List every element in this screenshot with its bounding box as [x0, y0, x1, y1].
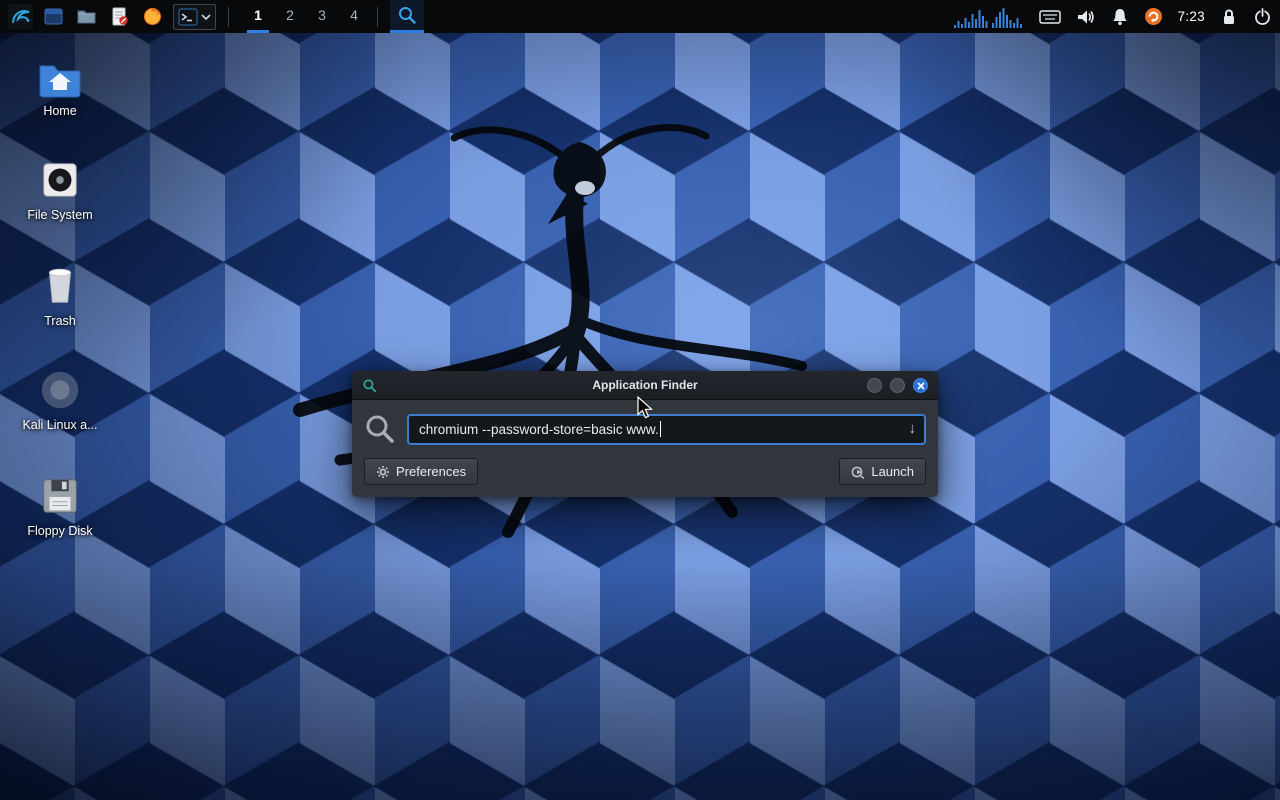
volume-icon[interactable] — [1076, 7, 1096, 27]
kali-menu-button[interactable] — [8, 4, 33, 29]
preferences-label: Preferences — [396, 464, 466, 479]
updates-indicator-icon[interactable] — [1144, 7, 1163, 26]
desktop-icon-trash[interactable]: Trash — [12, 262, 108, 328]
command-input-text: chromium --password-store=basic www. — [419, 422, 659, 437]
text-caret — [660, 421, 661, 437]
close-icon — [917, 382, 925, 390]
finder-body: chromium --password-store=basic www. ↓ P… — [352, 400, 938, 497]
lock-screen-icon[interactable] — [1220, 7, 1238, 26]
clock[interactable]: 7:23 — [1178, 9, 1205, 24]
desktop-icon-label: Home — [43, 104, 76, 118]
desktop-icon-file-system[interactable]: File System — [12, 158, 108, 222]
app-finder-icon — [397, 5, 417, 25]
minimize-button[interactable] — [867, 378, 882, 393]
workspace-1[interactable]: 1 — [247, 0, 269, 33]
workspace-3[interactable]: 3 — [311, 0, 333, 33]
workspace-2[interactable]: 2 — [279, 0, 301, 33]
floppy-disk-icon — [38, 474, 82, 518]
desktop-icon-floppy-disk[interactable]: Floppy Disk — [12, 474, 108, 538]
titlebar[interactable]: Application Finder — [352, 371, 938, 400]
launch-button[interactable]: Launch — [839, 458, 926, 485]
close-button[interactable] — [913, 378, 928, 393]
home-folder-icon — [37, 58, 83, 98]
desktop-icon-label: File System — [27, 208, 92, 222]
window-controls — [867, 378, 928, 393]
chevron-down-icon[interactable] — [201, 12, 211, 22]
system-tray: 7:23 — [954, 6, 1272, 28]
notifications-bell-icon[interactable] — [1111, 7, 1129, 26]
maximize-button[interactable] — [890, 378, 905, 393]
files-launcher[interactable] — [74, 4, 99, 29]
panel-separator — [377, 7, 378, 27]
firefox-launcher[interactable] — [140, 4, 165, 29]
workspace-switcher: 1 2 3 4 — [247, 0, 365, 33]
file-system-icon — [38, 158, 82, 202]
search-icon — [364, 413, 396, 445]
preferences-button[interactable]: Preferences — [364, 458, 478, 485]
desktop-icon-label: Kali Linux a... — [22, 418, 97, 432]
launch-label: Launch — [871, 464, 914, 479]
terminal-icon — [178, 7, 198, 27]
text-editor-icon — [109, 6, 130, 27]
kali-docs-icon — [38, 368, 82, 412]
power-logout-icon[interactable] — [1253, 7, 1272, 26]
desktop-icon-kali-docs[interactable]: Kali Linux a... — [12, 368, 108, 432]
window-title: Application Finder — [352, 378, 938, 392]
keyboard-indicator-icon[interactable] — [1039, 8, 1061, 26]
command-input[interactable]: chromium --password-store=basic www. ↓ — [407, 414, 926, 445]
panel-separator — [228, 7, 229, 27]
kali-logo-icon — [10, 6, 32, 28]
terminal-launcher[interactable] — [173, 4, 216, 30]
top-panel: 1 2 3 4 — [0, 0, 1280, 33]
workspace-4[interactable]: 4 — [343, 0, 365, 33]
desktop-icon-home[interactable]: Home — [12, 58, 108, 118]
task-application-finder[interactable] — [390, 0, 424, 33]
file-manager-launcher[interactable] — [41, 4, 66, 29]
firefox-icon — [142, 6, 163, 27]
run-icon — [851, 465, 865, 479]
application-finder-window: Application Finder chro — [352, 371, 938, 497]
trash-icon — [38, 262, 82, 308]
audio-spectrum-icon — [954, 6, 1024, 28]
gear-icon — [376, 465, 390, 479]
desktop-icon-label: Trash — [44, 314, 76, 328]
desktop-icon-label: Floppy Disk — [27, 524, 92, 538]
desktop-root: 1 2 3 4 — [0, 0, 1280, 800]
folder-icon — [76, 6, 97, 27]
history-dropdown-icon[interactable]: ↓ — [909, 420, 917, 437]
text-editor-launcher[interactable] — [107, 4, 132, 29]
file-manager-icon — [43, 6, 64, 27]
